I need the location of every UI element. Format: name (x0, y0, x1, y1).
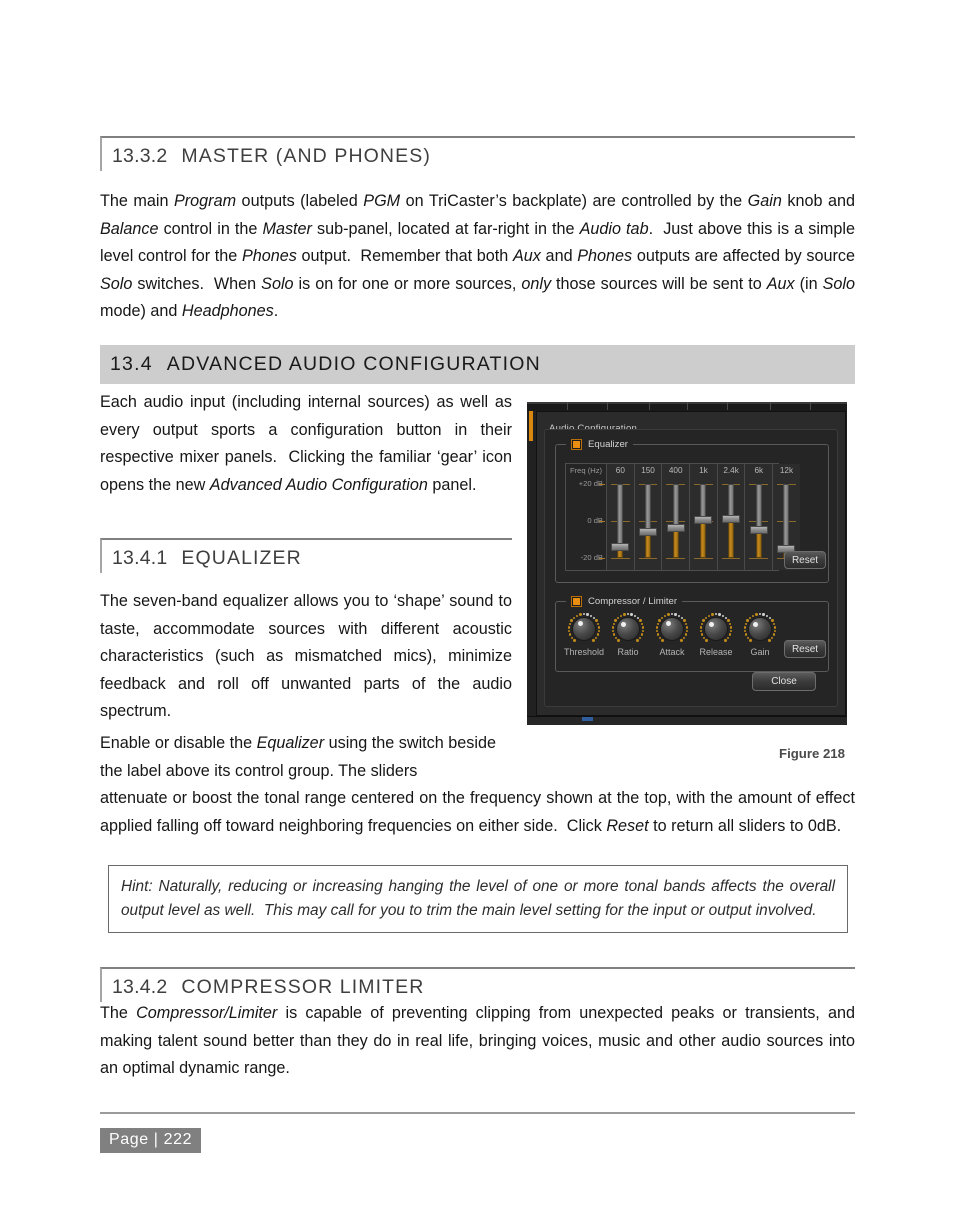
compressor-knob-label: Gain (750, 647, 770, 657)
compressor-enable-switch[interactable] (571, 596, 582, 607)
equalizer-axis-column: Freq (Hz) +20 dB 0 dB -20 dB (566, 464, 607, 570)
heading-13-3-2: 13.3.2 MASTER (AND PHONES) (100, 136, 855, 171)
compressor-knob-attack[interactable]: Attack (650, 612, 694, 657)
accent-edge-indicator (529, 411, 533, 441)
equalizer-slider-handle[interactable] (666, 524, 685, 533)
heading-13-4-1: 13.4.1 EQUALIZER (100, 538, 512, 573)
equalizer-enable-switch[interactable] (571, 439, 582, 450)
heading-13-4-2: 13.4.2 COMPRESSOR LIMITER (100, 967, 855, 1002)
equalizer-group: Equalizer Freq (Hz) +20 dB 0 dB -20 dB 6… (555, 437, 829, 583)
equalizer-gridline (749, 558, 769, 559)
equalizer-band-label: 1k (699, 466, 708, 475)
heading-13-4-1-title: EQUALIZER (181, 547, 302, 569)
heading-13-4-2-number: 13.4.2 (112, 976, 168, 998)
footer-rule (100, 1112, 855, 1114)
compressor-knob-threshold[interactable]: Threshold (562, 612, 606, 657)
equalizer-reset-button[interactable]: Reset (784, 551, 826, 569)
knob-dial[interactable] (567, 612, 601, 646)
knob-body (660, 617, 684, 641)
equalizer-gridline (694, 558, 713, 559)
equalizer-slider-handle[interactable] (611, 542, 630, 551)
compressor-reset-button[interactable]: Reset (784, 640, 826, 658)
hint-callout: Hint: Naturally, reducing or increasing … (108, 865, 848, 933)
heading-13-3-2-title: MASTER (AND PHONES) (181, 145, 431, 167)
knob-body (704, 617, 728, 641)
paragraph-advanced-audio-config: Each audio input (including internal sou… (100, 393, 512, 494)
equalizer-band-1k: 1k (690, 464, 718, 570)
page-number-badge: Page | 222 (100, 1128, 202, 1153)
compressor-knob-label: Ratio (617, 647, 639, 657)
figure-audio-configuration: Audio Configuration Equalizer Freq (Hz) … (527, 402, 847, 725)
equalizer-band-2-4k: 2.4k (717, 464, 746, 570)
paragraph-compressor-limiter: The Compressor/Limiter is capable of pre… (100, 1004, 855, 1077)
equalizer-gridline (611, 558, 630, 559)
equalizer-band-400: 400 (662, 464, 691, 570)
equalizer-slider-handle[interactable] (639, 528, 658, 537)
heading-13-4-1-number: 13.4.1 (112, 547, 168, 569)
compressor-legend: Compressor / Limiter (566, 594, 683, 609)
equalizer-band-label: 12k (779, 466, 794, 475)
panel-bottom-indicator (582, 717, 593, 721)
heading-13-4-title: ADVANCED AUDIO CONFIGURATION (166, 353, 541, 375)
equalizer-slider-fill (672, 528, 679, 558)
document-page: 13.3.2 MASTER (AND PHONES) The main Progr… (0, 0, 954, 1227)
compressor-group-label: Compressor / Limiter (588, 596, 678, 607)
heading-13-3-2-number: 13.3.2 (112, 145, 168, 167)
panel-inner-area: Equalizer Freq (Hz) +20 dB 0 dB -20 dB 6… (544, 429, 838, 707)
equalizer-band-60: 60 (607, 464, 635, 570)
knob-body (616, 617, 640, 641)
knob-dial[interactable] (611, 612, 645, 646)
equalizer-slider-grid: Freq (Hz) +20 dB 0 dB -20 dB 60 150 400 1k 2… (565, 463, 800, 571)
paragraph-equalizer-intro: The seven-band equalizer allows you to ‘… (100, 592, 512, 720)
equalizer-legend: Equalizer (566, 437, 633, 452)
equalizer-slider-fill (700, 520, 707, 558)
paragraph-equalizer-enable-rest: attenuate or boost the tonal range cente… (100, 789, 855, 835)
equalizer-slider-handle[interactable] (722, 515, 741, 524)
knob-dial[interactable] (655, 612, 689, 646)
close-button[interactable]: Close (752, 672, 816, 691)
equalizer-slider-fill (728, 519, 735, 558)
equalizer-band-label: 2.4k (723, 466, 739, 475)
compressor-knob-label: Threshold (563, 647, 605, 657)
paragraph-master-and-phones: The main Program outputs (labeled PGM on… (100, 192, 855, 320)
heading-13-4-number: 13.4 (110, 353, 153, 375)
knob-position-indicator (665, 621, 671, 627)
equalizer-band-150: 150 (634, 464, 663, 570)
paragraph-equalizer-enable-wrapped: Enable or disable the Equalizer using th… (100, 734, 496, 780)
equalizer-gridline (638, 558, 658, 559)
panel-top-edge (527, 402, 847, 411)
equalizer-band-label: 150 (641, 466, 655, 475)
equalizer-band-label: 400 (668, 466, 683, 475)
heading-13-4-2-title: COMPRESSOR LIMITER (181, 976, 425, 998)
knob-position-indicator (753, 621, 759, 627)
knob-body (572, 617, 596, 641)
equalizer-freq-header: Freq (Hz) (569, 466, 603, 475)
compressor-knob-gain[interactable]: Gain (738, 612, 782, 657)
compressor-knob-label: Attack (659, 647, 685, 657)
figure-caption: Figure 218 (779, 746, 845, 761)
audio-configuration-window: Audio Configuration Equalizer Freq (Hz) … (527, 402, 847, 725)
equalizer-slider-handle[interactable] (694, 516, 713, 525)
compressor-knob-ratio[interactable]: Ratio (606, 612, 650, 657)
compressor-knob-release[interactable]: Release (694, 612, 738, 657)
knob-position-indicator (621, 621, 627, 627)
equalizer-band-label: 60 (615, 466, 625, 475)
equalizer-band-label: 6k (754, 466, 764, 475)
equalizer-group-label: Equalizer (588, 439, 628, 450)
heading-13-4: 13.4 ADVANCED AUDIO CONFIGURATION (100, 345, 855, 384)
knob-dial[interactable] (699, 612, 733, 646)
equalizer-gridline (721, 558, 741, 559)
equalizer-slider-fill (755, 530, 762, 558)
equalizer-slider-handle[interactable] (749, 526, 768, 535)
equalizer-gridline (666, 558, 686, 559)
knob-body (748, 617, 772, 641)
knob-dial[interactable] (743, 612, 777, 646)
compressor-knob-label: Release (699, 647, 733, 657)
equalizer-band-6k: 6k (745, 464, 774, 570)
knob-position-indicator (709, 621, 715, 627)
compressor-limiter-group: Compressor / Limiter Threshold Ratio Attac… (555, 594, 829, 672)
panel-bottom-edge (527, 716, 847, 725)
